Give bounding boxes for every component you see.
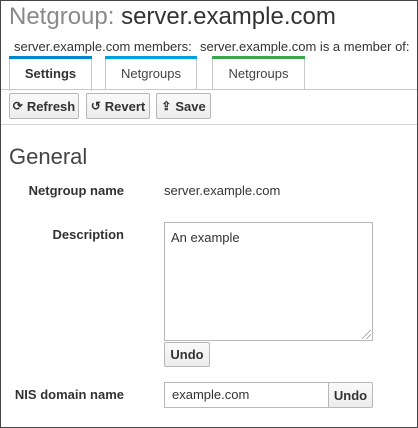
member-of-heading: server.example.com is a member of: (200, 39, 410, 54)
nis-domain-input[interactable]: example.com (164, 382, 329, 408)
tab-divider (1, 89, 417, 90)
toolbar-divider (1, 124, 417, 125)
netgroup-name-label: Netgroup name (28, 183, 124, 198)
tab-memberof-netgroups-label: Netgroups (228, 66, 289, 81)
upload-icon: ⇪ (161, 99, 172, 113)
tab-memberof-netgroups-accent (212, 56, 305, 59)
tab-settings-label: Settings (24, 66, 77, 81)
resize-handle-icon[interactable] (362, 330, 371, 339)
netgroup-name-value: server.example.com (164, 183, 281, 198)
undo-icon: ↺ (90, 99, 101, 113)
refresh-icon: ⟳ (12, 99, 23, 113)
description-textarea[interactable]: An example (164, 222, 373, 341)
tab-members-netgroups-label: Netgroups (121, 66, 181, 81)
section-title: General (9, 144, 88, 169)
nis-domain-undo-button[interactable]: Undo (328, 382, 373, 408)
revert-label: Revert (104, 98, 146, 114)
page-title: Netgroup: server.example.com (9, 3, 336, 31)
save-button[interactable]: ⇪ Save (156, 93, 211, 119)
tab-settings[interactable]: Settings (9, 56, 92, 91)
save-label: Save (175, 98, 206, 114)
tab-settings-accent (9, 56, 92, 59)
members-heading: server.example.com members: (14, 39, 192, 54)
tab-members-netgroups-accent (105, 56, 197, 59)
revert-button[interactable]: ↺ Revert (86, 93, 150, 119)
description-undo-button[interactable]: Undo (164, 342, 210, 367)
tab-memberof-netgroups[interactable]: Netgroups (212, 56, 305, 90)
netgroup-details-page: Netgroup: server.example.com server.exam… (0, 0, 418, 428)
page-title-prefix: Netgroup: (9, 3, 115, 30)
description-text: An example (171, 230, 240, 245)
refresh-label: Refresh (26, 98, 76, 114)
page-title-name: server.example.com (121, 3, 336, 30)
description-label: Description (52, 227, 124, 242)
refresh-button[interactable]: ⟳ Refresh (9, 93, 79, 119)
nis-domain-label: NIS domain name (14, 387, 124, 402)
tab-members-netgroups[interactable]: Netgroups (105, 56, 197, 90)
